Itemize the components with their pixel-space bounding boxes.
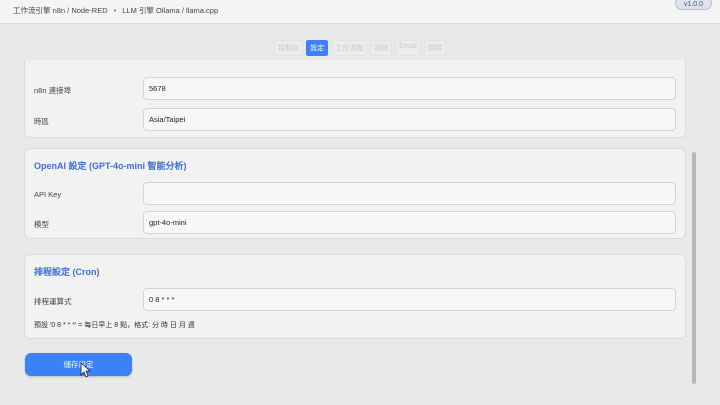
version-badge: v1.0.0 <box>674 0 712 10</box>
cron-expression-label: 排程運算式 <box>34 297 72 306</box>
top-bar: 工作流引擎 n8n / Node-RED • LLM 引擎 Ollama / l… <box>0 0 720 24</box>
timezone-label: 時區 <box>34 117 49 126</box>
tab-email[interactable]: Email <box>395 40 421 56</box>
api-key-field[interactable] <box>143 182 676 205</box>
model-field[interactable]: gpt-4o-mini <box>143 211 676 234</box>
separator-dot: • <box>113 6 117 15</box>
tab-settings[interactable]: 設定 <box>306 40 329 56</box>
cron-expression-field[interactable]: 0 8 * * * <box>143 288 676 311</box>
basic-settings-card: n8n 連接埠 5678 時區 Asia/Taipei <box>24 60 686 138</box>
save-button[interactable]: 儲存設定 <box>25 353 132 376</box>
api-key-label: API Key <box>34 190 62 199</box>
cron-section-title: 排程設定 (Cron) <box>34 267 100 277</box>
model-label: 模型 <box>34 220 49 229</box>
port-field[interactable]: 5678 <box>143 77 676 100</box>
openai-section-title: OpenAI 設定 (GPT-4o-mini 智能分析) <box>34 161 187 171</box>
openai-settings-card: OpenAI 設定 (GPT-4o-mini 智能分析) API Key 模型 … <box>24 148 686 239</box>
cron-settings-card: 排程設定 (Cron) 排程運算式 0 8 * * * 預設 '0 8 * * … <box>24 254 686 339</box>
mouse-cursor-icon <box>80 362 92 378</box>
scrollbar[interactable] <box>692 152 696 384</box>
tab-workflows[interactable]: 工作流程 <box>331 40 368 56</box>
cron-hint: 預設 '0 8 * * *' = 每日早上 8 點，格式: 分 時 日 月 週 <box>34 322 195 329</box>
tab-bar: 控制台 設定 工作流程 測試 Email 說明 <box>0 40 720 56</box>
tab-test[interactable]: 測試 <box>370 40 393 56</box>
settings-panel: n8n 連接埠 5678 時區 Asia/Taipei OpenAI 設定 (G… <box>0 60 720 405</box>
workflow-engine-label: 工作流引擎 n8n / Node-RED <box>13 6 108 15</box>
tab-dashboard[interactable]: 控制台 <box>274 40 304 56</box>
port-label: n8n 連接埠 <box>34 86 72 95</box>
engine-info: 工作流引擎 n8n / Node-RED • LLM 引擎 Ollama / l… <box>13 5 218 16</box>
llm-engine-label: LLM 引擎 Ollama / llama.cpp <box>122 6 219 15</box>
timezone-field[interactable]: Asia/Taipei <box>143 108 676 131</box>
tab-help[interactable]: 說明 <box>423 40 446 56</box>
